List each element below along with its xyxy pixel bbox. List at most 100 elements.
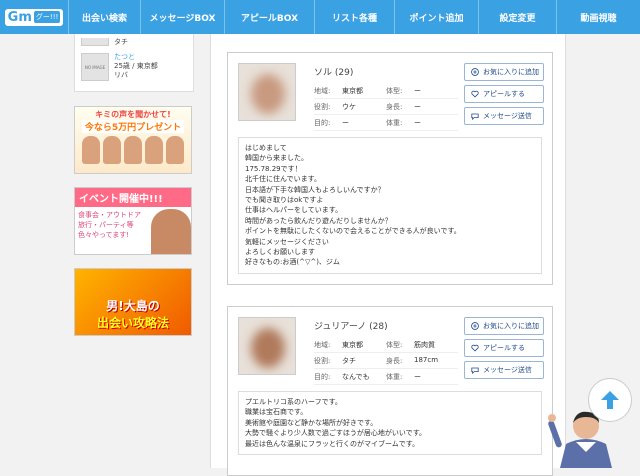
value: ー	[342, 118, 349, 127]
profile-name[interactable]: ジュリアーノ (28)	[314, 319, 388, 332]
attr-region: 地域: 東京都	[314, 86, 386, 96]
sidebar-user-tatsuto[interactable]: NO IMAGE たつと 25歳 / 東京都 リバ	[81, 53, 187, 81]
value: ー	[414, 86, 421, 95]
profile-card: ソル (29) 地域: 東京都 体型: ー 役割: ウケ 身長: ー 目的: ー 体重: ー	[227, 52, 553, 285]
face	[145, 136, 163, 164]
profile-photo[interactable]	[238, 317, 296, 375]
attr-region: 地域: 東京都	[314, 340, 386, 350]
user-name: たつと	[114, 53, 135, 61]
profile-name[interactable]: ソル (29)	[314, 65, 353, 78]
button-label: アピールする	[483, 344, 525, 352]
button-label: アピールする	[483, 90, 525, 98]
sidebar-user-top[interactable]: タチ	[81, 38, 187, 47]
value: 筋肉質	[414, 340, 435, 349]
label: 身長:	[386, 356, 403, 365]
profile-attributes: 地域: 東京都 体型: ー 役割: ウケ 身長: ー 目的: ー 体重: ー	[314, 83, 458, 131]
attr-role: 役割: ウケ	[314, 102, 386, 112]
label: 体型:	[386, 86, 403, 95]
button-label: メッセージ送信	[483, 112, 532, 120]
value: なんでも	[342, 372, 370, 381]
speech-bubble-icon	[471, 113, 479, 120]
nav-videos[interactable]: 動画視聴	[556, 0, 640, 34]
attr-row: 役割: タチ 身長: 187cm	[314, 353, 458, 369]
face	[166, 136, 184, 164]
speech-bubble-icon	[471, 367, 479, 374]
banner-campaign-people	[82, 136, 184, 164]
send-message-button[interactable]: メッセージ送信	[464, 361, 544, 379]
label: 地域:	[314, 86, 331, 95]
banner-guide-line2: 出会い攻略法	[96, 316, 169, 330]
nav-message-box[interactable]: メッセージBOX	[140, 0, 224, 34]
face	[82, 136, 100, 164]
attr-purpose: 目的: なんでも	[314, 372, 386, 382]
attr-row: 役割: ウケ 身長: ー	[314, 99, 458, 115]
scroll-to-top-button[interactable]	[588, 378, 632, 422]
attr-row: 目的: なんでも 体重: ー	[314, 369, 458, 385]
nav-search[interactable]: 出会い検索	[68, 0, 140, 34]
banner-guide[interactable]: 男!大島の 出会い攻略法	[74, 268, 192, 336]
banner-campaign[interactable]: キミの声を聞かせて! 今なら5万円プレゼント	[74, 106, 192, 174]
main-content: ソル (29) 地域: 東京都 体型: ー 役割: ウケ 身長: ー 目的: ー 体重: ー	[210, 34, 566, 476]
button-label: お気に入りに追加	[483, 322, 539, 330]
appeal-button[interactable]: アピールする	[464, 85, 544, 103]
label: 地域:	[314, 340, 331, 349]
main-nav: 出会い検索 メッセージBOX アピールBOX リスト各種 ポイント追加 設定変更…	[68, 0, 640, 34]
value: 187cm	[414, 355, 439, 364]
top-user-role: タチ	[114, 38, 128, 46]
value: ウケ	[342, 102, 356, 111]
label: 目的:	[314, 372, 331, 381]
top-navigation-bar: Gm グー!!! 出会い検索 メッセージBOX アピールBOX リスト各種 ポイ…	[0, 0, 640, 34]
profile-photo[interactable]	[238, 63, 296, 121]
label: 体重:	[386, 118, 403, 127]
sidebar: タチ NO IMAGE たつと 25歳 / 東京都 リバ キミの声を聞かせて! …	[74, 34, 194, 349]
banner-event-text: 食事会・アウトドア 旅行・パーティ等 色々やってます!	[78, 211, 141, 239]
attr-weight: 体重: ー	[386, 372, 458, 382]
banner-event[interactable]: イベント開催中!!! 食事会・アウトドア 旅行・パーティ等 色々やってます!	[74, 187, 192, 255]
user-info: たつと 25歳 / 東京都 リバ	[114, 53, 158, 80]
label: 体型:	[386, 340, 403, 349]
nav-appeal-box[interactable]: アピールBOX	[224, 0, 314, 34]
profile-actions: お気に入りに追加 アピールする メッセージ送信	[464, 63, 544, 129]
attr-height: 身長: ー	[386, 102, 458, 112]
label: 目的:	[314, 118, 331, 127]
heart-icon	[471, 344, 479, 352]
face	[103, 136, 121, 164]
attr-type: 体型: 筋肉質	[386, 340, 458, 350]
no-image-thumb: NO IMAGE	[81, 53, 109, 81]
face	[124, 136, 142, 164]
value: ー	[414, 102, 421, 111]
attr-purpose: 目的: ー	[314, 118, 386, 128]
nav-settings[interactable]: 設定変更	[478, 0, 556, 34]
profile-card-header: ジュリアーノ (28) 地域: 東京都 体型: 筋肉質 役割: タチ 身長: 187cm…	[228, 307, 552, 391]
banner-guide-line1: 男!大島の	[106, 299, 160, 313]
logo-box: Gm グー!!!	[4, 8, 64, 26]
appeal-button[interactable]: アピールする	[464, 339, 544, 357]
photo-blur	[251, 74, 285, 114]
button-label: メッセージ送信	[483, 366, 532, 374]
value: ー	[414, 118, 421, 127]
label: 体重:	[386, 372, 403, 381]
nav-add-points[interactable]: ポイント追加	[394, 0, 478, 34]
banner-event-body: 食事会・アウトドア 旅行・パーティ等 色々やってます!	[75, 207, 191, 254]
profile-card-header: ソル (29) 地域: 東京都 体型: ー 役割: ウケ 身長: ー 目的: ー 体重: ー	[228, 53, 552, 137]
value: 東京都	[342, 86, 363, 95]
attr-type: 体型: ー	[386, 86, 458, 96]
plus-circle-icon	[471, 322, 479, 330]
profile-message: プエルトリコ系のハーフです。 職業は宝石商です。 美術館や庭園など静かな場所が好…	[238, 391, 542, 456]
top-user-thumb	[81, 38, 109, 46]
send-message-button[interactable]: メッセージ送信	[464, 107, 544, 125]
banner-campaign-line2: 今なら5万円プレゼント	[81, 120, 185, 133]
attr-weight: 体重: ー	[386, 118, 458, 128]
label: 役割:	[314, 356, 331, 365]
profile-attributes: 地域: 東京都 体型: 筋肉質 役割: タチ 身長: 187cm 目的: なんでも 体重:…	[314, 337, 458, 385]
nav-lists[interactable]: リスト各種	[314, 0, 394, 34]
heart-icon	[471, 90, 479, 98]
value: 東京都	[342, 340, 363, 349]
user-age-region: 25歳 / 東京都	[114, 62, 158, 70]
logo-sub: グー!!!	[33, 11, 61, 23]
add-favorite-button[interactable]: お気に入りに追加	[464, 63, 544, 81]
value: ー	[414, 372, 421, 381]
label: 役割:	[314, 102, 331, 111]
site-logo[interactable]: Gm グー!!!	[0, 0, 68, 34]
add-favorite-button[interactable]: お気に入りに追加	[464, 317, 544, 335]
